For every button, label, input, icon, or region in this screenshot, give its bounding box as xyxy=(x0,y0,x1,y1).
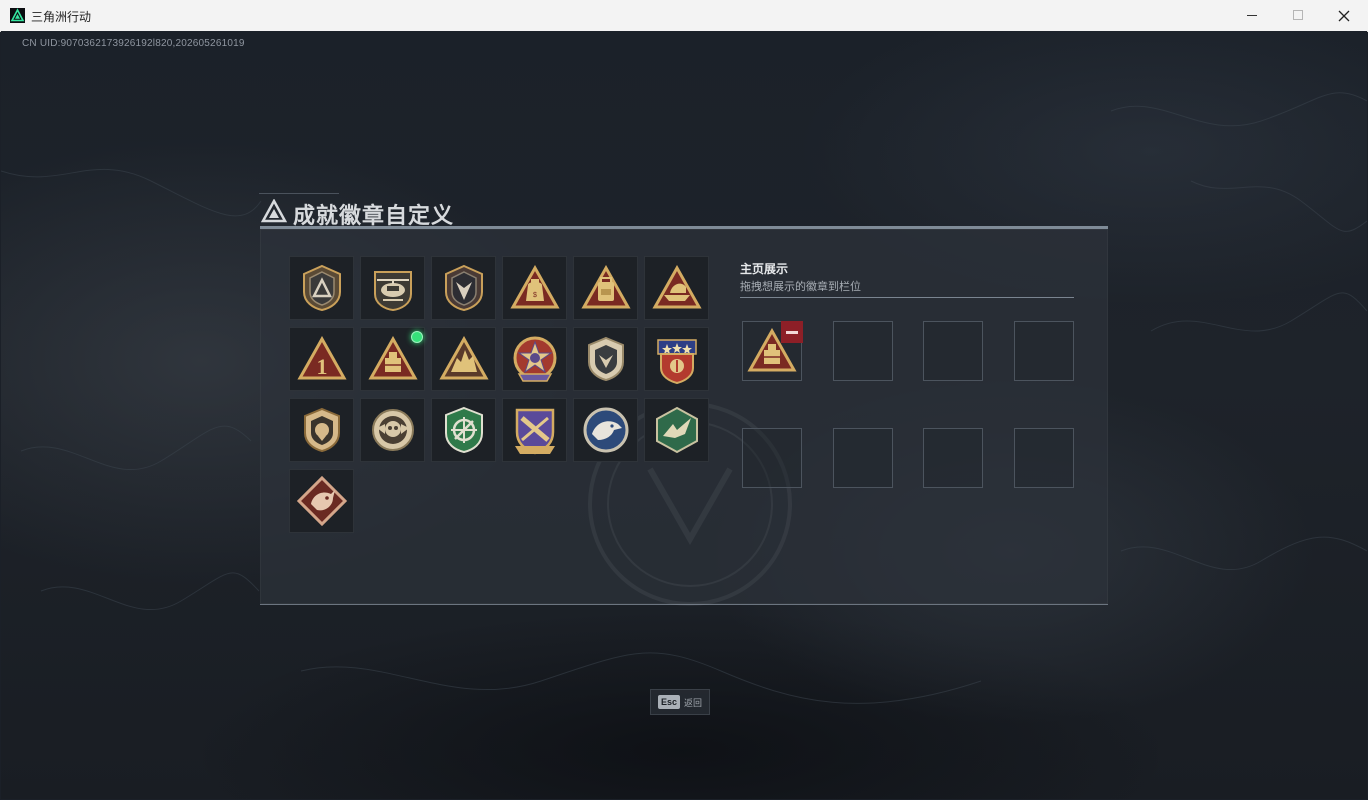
purple-crest-badge-icon xyxy=(514,408,555,455)
badge-item[interactable] xyxy=(644,256,709,320)
shield-triangle-badge-icon xyxy=(302,264,341,312)
showcase-slot[interactable] xyxy=(742,321,803,381)
game-screen: CN UID:9070362173926192l820,202605261019… xyxy=(1,31,1367,799)
uid-label: CN UID:9070362173926192l820,202605261019 xyxy=(22,38,245,49)
badge-customization-panel: $ 1 主页展示 拖拽想展示的徽章到栏位 xyxy=(260,226,1108,606)
number-one-triangle-badge-icon: 1 xyxy=(296,336,347,380)
badge-item[interactable] xyxy=(502,398,567,462)
svg-text:1: 1 xyxy=(316,354,327,379)
lion-shield-badge-icon xyxy=(303,407,340,453)
new-indicator-dot xyxy=(411,331,423,343)
badge-item[interactable] xyxy=(431,327,496,391)
crosshair-shield-badge-icon xyxy=(444,406,483,454)
helicopter-badge-icon xyxy=(373,271,412,312)
badge-item[interactable] xyxy=(289,469,354,533)
star-wreath-badge-icon xyxy=(513,336,556,382)
badge-item[interactable] xyxy=(573,256,638,320)
close-icon xyxy=(1338,10,1350,21)
badge-item[interactable] xyxy=(360,327,425,391)
badge-item[interactable] xyxy=(644,398,709,462)
delta-logo-icon xyxy=(261,199,287,223)
badge-item[interactable] xyxy=(644,327,709,391)
shield-emblem-badge-icon xyxy=(587,336,624,382)
cargo-triangle-badge-icon xyxy=(367,336,418,380)
window-titlebar: 三角洲行动 xyxy=(0,0,1368,32)
back-label: 返回 xyxy=(684,697,703,708)
maximize-icon xyxy=(1292,10,1303,20)
showcase-slot[interactable] xyxy=(923,321,983,381)
badge-item[interactable] xyxy=(502,327,567,391)
badge-item[interactable] xyxy=(360,256,425,320)
back-button[interactable]: Esc 返回 xyxy=(650,689,710,715)
badge-item[interactable] xyxy=(360,398,425,462)
showcase-slot[interactable] xyxy=(742,428,802,488)
showcase-slot[interactable] xyxy=(1014,428,1074,488)
badge-item[interactable] xyxy=(573,327,638,391)
maximize-button[interactable] xyxy=(1275,0,1321,31)
window-title: 三角洲行动 xyxy=(31,10,92,24)
minimize-icon xyxy=(1246,15,1257,16)
esc-key-hint: Esc xyxy=(657,695,680,709)
dragon-diamond-badge-icon xyxy=(296,476,347,526)
showcase-slot[interactable] xyxy=(923,428,983,488)
green-hexagon-bird-badge-icon xyxy=(655,406,698,454)
badge-item[interactable] xyxy=(289,398,354,462)
badge-item[interactable]: $ xyxy=(502,256,567,320)
backpack-triangle-badge-icon xyxy=(580,265,631,309)
minus-icon xyxy=(786,330,798,334)
eagle-head-badge-icon xyxy=(583,407,628,453)
stars-crest-badge-icon xyxy=(656,339,697,385)
badge-item[interactable]: 1 xyxy=(289,327,354,391)
title-decoration xyxy=(259,193,339,194)
badge-grid: $ 1 xyxy=(289,256,719,536)
close-button[interactable] xyxy=(1321,0,1367,31)
badge-item[interactable] xyxy=(431,256,496,320)
showcase-divider xyxy=(740,297,1074,298)
showcase-slot[interactable] xyxy=(833,321,893,381)
showcase-slot[interactable] xyxy=(833,428,893,488)
showcase-slot[interactable] xyxy=(1014,321,1074,381)
badge-item[interactable] xyxy=(289,256,354,320)
showcase-subtitle: 拖拽想展示的徽章到栏位 xyxy=(740,281,861,293)
boat-triangle-badge-icon xyxy=(651,265,702,309)
delta-force-app-icon xyxy=(10,8,25,23)
dinosaur-triangle-badge-icon xyxy=(438,336,489,380)
remove-badge-button[interactable] xyxy=(781,321,803,343)
minimize-button[interactable] xyxy=(1229,0,1275,31)
shield-arrow-badge-icon xyxy=(444,264,483,312)
badge-item[interactable] xyxy=(573,398,638,462)
badge-item[interactable] xyxy=(431,398,496,462)
showcase-title: 主页展示 xyxy=(740,262,789,276)
svg-text:$: $ xyxy=(533,292,537,299)
money-bag-triangle-badge-icon: $ xyxy=(509,265,560,309)
skull-wings-badge-icon xyxy=(371,409,414,451)
